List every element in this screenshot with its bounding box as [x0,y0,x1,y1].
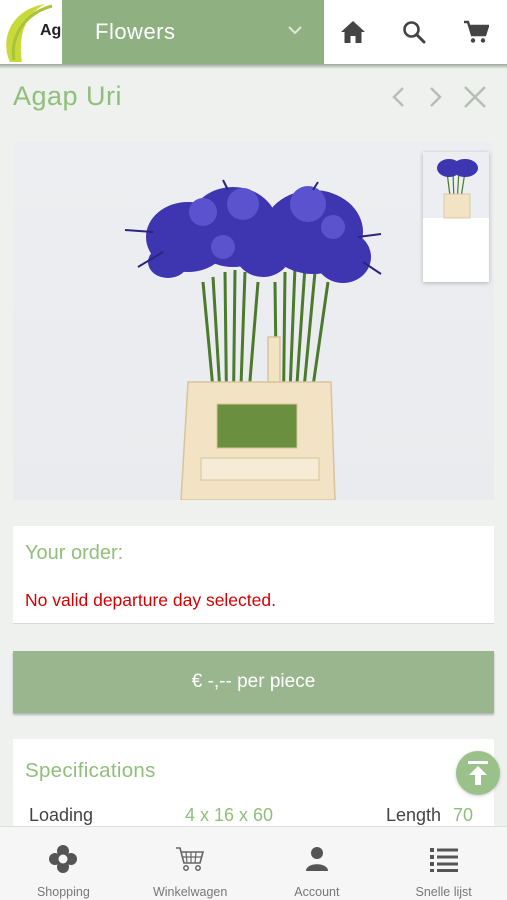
cart-icon[interactable] [460,16,492,48]
order-error-message: No valid departure day selected. [25,590,276,610]
order-title: Your order: [25,542,124,564]
nav-label-snelle-lijst: Snelle lijst [415,885,472,899]
specifications-title: Specifications [25,759,156,782]
nav-item-winkelwagen[interactable]: Winkelwagen [127,827,254,900]
spec-loading-label: Loading [29,805,94,825]
thumbnail-image [423,152,489,219]
nav-item-snelle-lijst[interactable]: Snelle lijst [380,827,507,900]
nav-label-account: Account [294,885,340,899]
home-icon[interactable] [337,16,369,48]
search-icon[interactable] [398,16,430,48]
header-shadow [0,64,507,69]
close-button[interactable] [460,82,490,112]
person-icon [305,845,329,873]
chevron-left-icon [392,87,404,107]
nav-label-winkelwagen: Winkelwagen [152,885,228,899]
scroll-to-top-button[interactable] [456,751,500,795]
app-header: Ag Flowers [0,0,507,64]
next-product-button[interactable] [421,82,451,112]
category-select[interactable]: Flowers [62,0,324,64]
close-icon [464,86,486,108]
arrow-up-icon [468,761,488,785]
chevron-down-icon [288,26,302,35]
product-image[interactable] [13,142,494,500]
flower-bouquet-image [124,179,382,500]
previous-product-button[interactable] [383,82,413,112]
product-title: Agap Uri [13,81,123,111]
category-label: Flowers [95,19,176,44]
nav-label-shopping: Shopping [36,885,90,899]
spec-loading-value: 4 x 16 x 60 [185,805,274,825]
bottom-navigation: Shopping Winkelwagen Account Snelle lijs… [0,826,507,900]
brand-logo[interactable]: Ag [0,0,62,64]
nav-item-account[interactable]: Account [254,827,381,900]
specifications-card: Specifications Loading 4 x 16 x 60 Lengt… [13,739,494,839]
nav-item-shopping[interactable]: Shopping [0,827,127,900]
price-button[interactable]: € -,-- per piece [13,651,494,713]
cart-outline-icon [175,845,205,873]
spec-length-value: 70 [453,805,474,825]
product-thumbnail[interactable] [423,152,489,282]
spec-length-label: Length [386,805,442,825]
order-card: Your order: No valid departure day selec… [13,526,494,624]
list-icon [429,845,459,873]
flower-icon [49,845,78,873]
logo-text: Ag [40,22,62,39]
chevron-right-icon [430,87,442,107]
